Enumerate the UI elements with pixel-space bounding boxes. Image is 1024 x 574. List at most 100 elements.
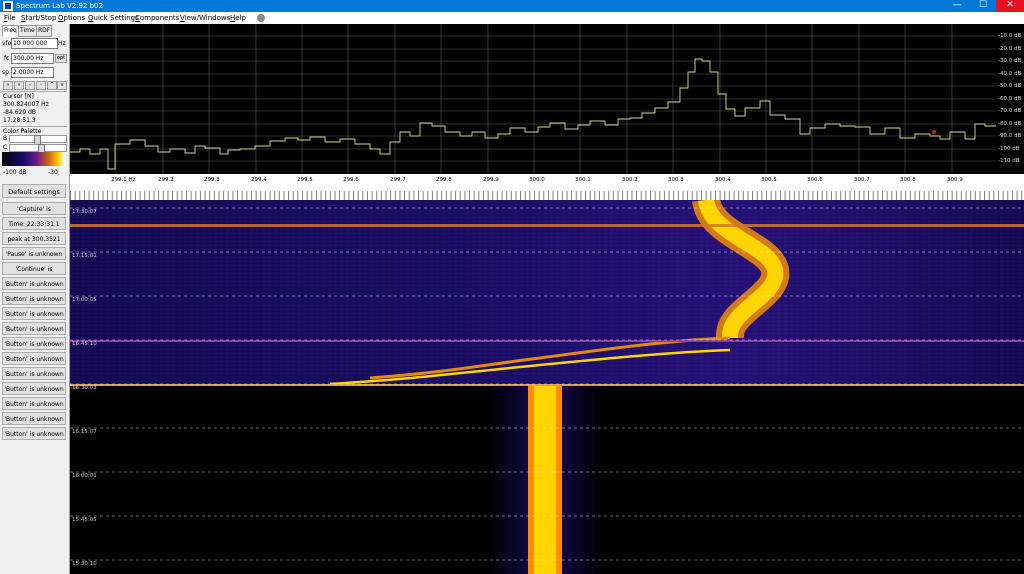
cursor-time: 17:28:51.3 <box>3 117 36 124</box>
time-label: 15:45:05 <box>72 517 97 523</box>
user-button-2[interactable]: 'Button' is unknown <box>2 292 66 305</box>
pause-button[interactable]: 'Pause' is unknown <box>2 247 66 260</box>
peak-display-button[interactable]: peak at 300.3521 Hz <box>2 232 66 256</box>
step-up-button[interactable]: ^ <box>47 81 57 90</box>
menu-options[interactable]: Options <box>58 13 85 23</box>
palette-title: Color Palette <box>3 128 42 135</box>
window-title: Spectrum Lab V2.92 b02 <box>16 2 103 10</box>
spectrum-graph[interactable] <box>70 24 996 174</box>
freq-tick-label: 299.2 <box>158 177 174 183</box>
default-settings-button[interactable]: Default settings <box>2 184 66 198</box>
maximize-button[interactable]: ☐ <box>970 0 996 12</box>
tab-rdf[interactable]: RDF <box>36 25 53 37</box>
freq-tick-label: 299.7 <box>390 177 406 183</box>
time-label: 16:30:03 <box>72 385 97 391</box>
user-button-8[interactable]: 'Button' is unknown <box>2 382 66 395</box>
contrast-slider[interactable] <box>9 144 67 154</box>
palette-c-label: C <box>3 144 8 151</box>
tab-freq[interactable]: Freq <box>2 25 19 37</box>
time-label: 16:15:07 <box>72 429 97 435</box>
app-icon <box>3 1 13 11</box>
opt-button[interactable]: opt <box>55 54 67 63</box>
spectrum-cursor-marker <box>932 130 936 134</box>
db-tick: -20.0 dB <box>998 46 1022 52</box>
continue-button[interactable]: 'Continue' is unknown <box>2 262 66 286</box>
control-panel: Freq Time RDF vfo 10 000 000 Hz fc 300.0… <box>0 24 70 574</box>
freq-tick-label: 300.9 <box>947 177 963 183</box>
freq-tick-label: 300.6 <box>807 177 823 183</box>
freq-tick-label: 300.3 <box>668 177 684 183</box>
step-minus-button[interactable]: - <box>25 81 35 90</box>
freq-tick-label: 300.8 <box>900 177 916 183</box>
step-right-fast-button[interactable]: » <box>14 81 24 90</box>
frequency-scale[interactable]: 299.1 Hz 299.2 299.3 299.4 299.5 299.6 2… <box>70 174 1024 200</box>
db-tick: -80.0 dB <box>998 121 1022 127</box>
divider <box>1 91 67 92</box>
minimize-button[interactable]: — <box>944 0 970 12</box>
freq-tick-label: 299.1 Hz <box>111 177 136 183</box>
user-button-4[interactable]: 'Button' is unknown <box>2 322 66 335</box>
menu-view-windows[interactable]: View/Windows <box>180 13 230 23</box>
time-label: 16:00:01 <box>72 473 97 479</box>
db-tick: -110 dB <box>998 158 1020 164</box>
sp-field[interactable]: 2.0000 Hz <box>11 67 54 78</box>
menu-file[interactable]: File <box>4 13 16 23</box>
capture-button[interactable]: 'Capture' is unknown <box>2 202 66 226</box>
time-label: 17:30:07 <box>72 209 97 215</box>
fc-field[interactable]: 300.00 Hz <box>11 53 54 64</box>
freq-tick-label: 300.4 <box>715 177 731 183</box>
user-button-7[interactable]: 'Button' is unknown <box>2 367 66 380</box>
step-down-button[interactable]: v <box>57 81 67 90</box>
close-button[interactable]: ✕ <box>996 0 1024 12</box>
user-button-3[interactable]: 'Button' is unknown <box>2 307 66 320</box>
step-minus2-button[interactable]: - <box>36 81 46 90</box>
db-tick: -40.0 dB <box>998 71 1022 77</box>
db-tick: -70.0 dB <box>998 108 1022 114</box>
db-scale: -10.0 dB -20.0 dB -30.0 dB -40.0 dB -50.… <box>996 24 1024 174</box>
time-label: 17:15:01 <box>72 253 97 259</box>
freq-tick-label: 299.8 <box>436 177 452 183</box>
title-bar: Spectrum Lab V2.92 b02 — ☐ ✕ <box>0 0 1024 12</box>
horizontal-band-1 <box>70 224 1024 227</box>
palette-max-label: -30 <box>48 169 58 176</box>
menu-start-stop[interactable]: Start/Stop <box>21 13 56 23</box>
user-button-5[interactable]: 'Button' is unknown <box>2 337 66 350</box>
vfo-label: vfo <box>2 40 12 47</box>
menu-quick-settings[interactable]: Quick Settings <box>88 13 139 23</box>
vfo-field[interactable]: 10 000 000 <box>11 38 58 49</box>
spectrum-grid <box>70 24 996 174</box>
db-tick: -30.0 dB <box>998 58 1022 64</box>
color-palette-bar[interactable] <box>2 152 65 166</box>
freq-tick-label: 300.5 <box>761 177 777 183</box>
step-left-fast-button[interactable]: « <box>3 81 13 90</box>
freq-tick-label: 299.3 <box>204 177 220 183</box>
freq-tick-label: 300.2 <box>622 177 638 183</box>
cursor-frequency: 300.824007 Hz <box>3 101 49 108</box>
divider <box>1 126 67 127</box>
sp-label: sp <box>2 69 9 76</box>
carrier-core <box>534 386 556 574</box>
spectrum-plot <box>70 24 996 174</box>
tab-time[interactable]: Time <box>18 25 37 37</box>
freq-tick-label: 300.7 <box>854 177 870 183</box>
palette-b-label: B <box>3 135 8 142</box>
freq-tick-label: 299.9 <box>483 177 499 183</box>
db-tick: -10.0 dB <box>998 33 1022 39</box>
user-button-9[interactable]: 'Button' is unknown <box>2 397 66 410</box>
cursor-title: Cursor [N] <box>3 93 34 100</box>
user-button-1[interactable]: 'Button' is unknown <box>2 277 66 290</box>
time-display-button[interactable]: Time: 22:33:31.1 <box>2 217 66 230</box>
user-button-11[interactable]: 'Button' is unknown <box>2 427 66 440</box>
vfo-unit: Hz <box>58 40 66 47</box>
spectrogram-waterfall[interactable]: 17:30:07 17:15:01 17:00:05 16:45:10 16:3… <box>70 200 1024 574</box>
user-button-6[interactable]: 'Button' is unknown <box>2 352 66 365</box>
freq-tick-label: 299.6 <box>343 177 359 183</box>
brightness-slider[interactable] <box>9 135 67 145</box>
user-button-10[interactable]: 'Button' is unknown <box>2 412 66 425</box>
freq-tick-label: 300.0 <box>529 177 545 183</box>
db-tick: -60.0 dB <box>998 96 1022 102</box>
menu-help[interactable]: Help <box>230 13 246 23</box>
menu-components[interactable]: Components <box>135 13 179 23</box>
cursor-level: -84.629 dB <box>3 109 36 116</box>
freq-tick-label: 299.4 <box>251 177 267 183</box>
